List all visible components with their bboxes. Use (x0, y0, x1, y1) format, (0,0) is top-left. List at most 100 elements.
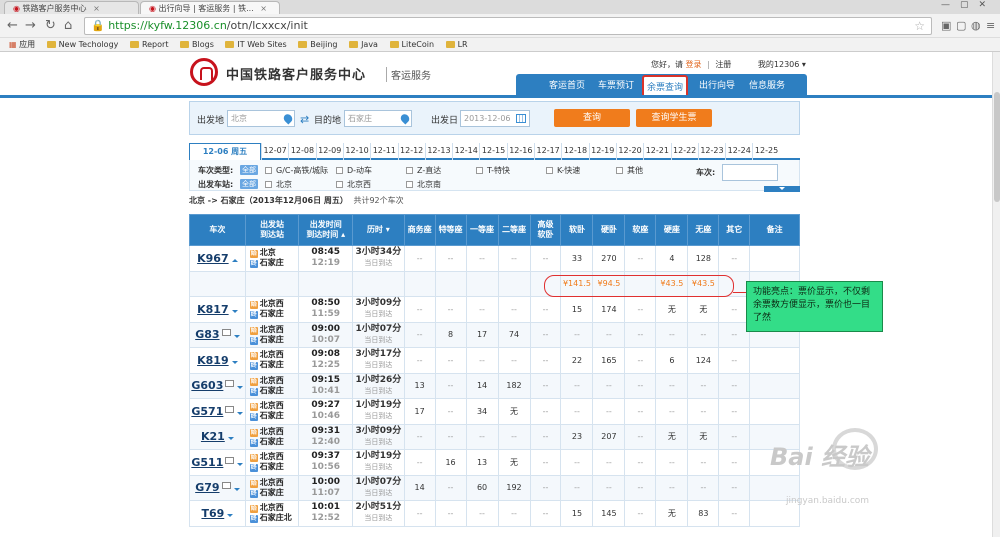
date-tab[interactable]: 12-24 (725, 143, 752, 160)
train-no-input[interactable] (722, 164, 778, 181)
date-tab[interactable]: 12-08 (288, 143, 315, 160)
extension-icon[interactable]: ▢ (956, 19, 966, 32)
expand-arrow-icon[interactable] (233, 335, 240, 341)
seat-count-cell[interactable]: 无 (655, 296, 689, 323)
collapse-filter-button[interactable] (764, 186, 800, 192)
filter-type-t[interactable]: T-特快 (476, 165, 510, 176)
swap-stations-icon[interactable]: ⇄ (300, 113, 309, 126)
date-tab[interactable]: 12-22 (670, 143, 698, 160)
seat-count-cell[interactable]: 74 (497, 321, 531, 348)
login-link[interactable]: 登录 (686, 60, 702, 69)
expand-arrow-icon[interactable] (233, 488, 240, 494)
seat-count-cell[interactable]: 34 (465, 398, 499, 425)
seat-count-cell[interactable]: 17 (403, 398, 436, 425)
train-number-link[interactable]: G79 (195, 481, 219, 494)
seat-count-cell[interactable]: 60 (465, 474, 499, 501)
date-tab[interactable]: 12-16 (506, 143, 534, 160)
nav-home[interactable]: 客运首页 (549, 78, 585, 91)
train-type-all-button[interactable]: 全部 (240, 165, 258, 175)
train-number-link[interactable]: G83 (195, 328, 219, 341)
seat-count-cell[interactable]: 15 (560, 296, 594, 323)
bookmark-folder[interactable]: Beijing (298, 38, 338, 51)
date-tab[interactable]: 12-13 (424, 143, 452, 160)
date-tab[interactable]: 12-06 周五 (189, 143, 261, 160)
my-account-link[interactable]: 我的12306 (758, 60, 799, 69)
expand-arrow-icon[interactable] (237, 386, 244, 392)
query-button[interactable]: 查询 (554, 109, 630, 127)
seat-count-cell[interactable]: 22 (560, 347, 594, 374)
filter-station-beijingxi[interactable]: 北京西 (336, 179, 371, 190)
date-tab[interactable]: 12-19 (588, 143, 616, 160)
seat-count-cell[interactable]: 无 (687, 296, 720, 323)
seat-count-cell[interactable]: 4 (655, 245, 689, 272)
seat-count-cell[interactable]: 124 (687, 347, 720, 374)
seat-count-cell[interactable]: 23 (560, 423, 594, 450)
bookmark-folder[interactable]: Report (129, 38, 168, 51)
home-icon[interactable]: ⌂ (64, 18, 72, 33)
expand-arrow-icon[interactable] (231, 256, 238, 262)
register-link[interactable]: 注册 (715, 60, 731, 69)
back-icon[interactable]: ← (7, 18, 18, 33)
date-tab[interactable]: 12-07 (261, 143, 288, 160)
seat-count-cell[interactable]: 15 (560, 500, 594, 527)
date-tab[interactable]: 12-10 (342, 143, 370, 160)
train-number-link[interactable]: K967 (197, 252, 229, 265)
bookmark-folder[interactable]: LR (445, 38, 468, 51)
seat-count-cell[interactable]: 14 (403, 474, 436, 501)
student-query-button[interactable]: 查询学生票 (636, 109, 712, 127)
seat-count-cell[interactable]: 8 (434, 321, 467, 348)
tab-close-icon[interactable]: × (260, 4, 267, 13)
site-name[interactable]: 中国铁路客户服务中心 (226, 64, 366, 83)
expand-arrow-icon[interactable] (231, 360, 238, 367)
seat-count-cell[interactable]: 无 (497, 398, 531, 425)
column-header[interactable]: 出发时间 到达时间 ▴ (298, 214, 354, 246)
bookmark-folder[interactable]: Blogs (180, 38, 214, 51)
date-tab[interactable]: 12-18 (561, 143, 588, 160)
date-input[interactable]: 2013-12-06 (460, 110, 530, 127)
bookmark-folder[interactable]: New Techology (46, 38, 118, 51)
seat-count-cell[interactable]: 无 (497, 449, 531, 476)
date-tab[interactable]: 12-12 (397, 143, 425, 160)
seat-count-cell[interactable]: 128 (687, 245, 720, 272)
date-tab[interactable]: 12-21 (643, 143, 670, 160)
reload-icon[interactable]: ↻ (45, 18, 56, 33)
seat-count-cell[interactable]: 83 (687, 500, 720, 527)
filter-type-k[interactable]: K-快速 (546, 165, 580, 176)
seat-count-cell[interactable]: 无 (687, 423, 720, 450)
train-number-link[interactable]: K21 (201, 430, 225, 443)
browser-tab-active[interactable]: ◉ 出行向导 | 客运服务 | 铁... × (140, 1, 280, 14)
seat-count-cell[interactable]: 无 (655, 423, 689, 450)
menu-icon[interactable]: ≡ (986, 19, 995, 32)
railway-logo-icon[interactable] (190, 58, 218, 86)
expand-arrow-icon[interactable] (237, 462, 244, 469)
bookmark-folder[interactable]: IT Web Sites (225, 38, 287, 51)
page-scrollbar[interactable] (992, 52, 1000, 537)
seat-count-cell[interactable]: 145 (592, 500, 626, 527)
seat-count-cell[interactable]: 174 (592, 296, 626, 323)
browser-tab[interactable]: ◉ 铁路客户服务中心 × (4, 1, 139, 14)
train-number-link[interactable]: G511 (191, 456, 223, 469)
filter-type-other[interactable]: 其他 (616, 165, 643, 176)
date-tab[interactable]: 12-14 (452, 143, 479, 160)
train-number-link[interactable]: G603 (191, 379, 223, 392)
forward-icon[interactable]: → (25, 18, 36, 33)
seat-count-cell[interactable]: 6 (655, 347, 689, 374)
bookmark-apps[interactable]: ▦ 应用 (9, 38, 35, 51)
window-controls[interactable]: —▢✕ (941, 0, 996, 10)
seat-count-cell[interactable]: 17 (465, 321, 499, 348)
date-tab[interactable]: 12-09 (315, 143, 343, 160)
filter-station-beijing[interactable]: 北京 (265, 179, 292, 190)
extension-icon[interactable]: ▣ (941, 19, 951, 32)
seat-count-cell[interactable]: 14 (465, 372, 499, 399)
expand-arrow-icon[interactable] (237, 411, 244, 418)
expand-arrow-icon[interactable] (227, 437, 234, 443)
train-number-link[interactable]: K819 (197, 354, 229, 367)
tab-close-icon[interactable]: × (93, 4, 100, 13)
bookmark-folder[interactable]: LiteCoin (389, 38, 434, 51)
expand-arrow-icon[interactable] (227, 513, 234, 520)
seat-count-cell[interactable]: 无 (655, 500, 689, 527)
seat-count-cell[interactable]: 270 (592, 245, 626, 272)
seat-count-cell[interactable]: 182 (497, 372, 531, 399)
url-input[interactable]: 🔒 https://kyfw.12306.cn/otn/lcxxcx/init … (84, 17, 932, 35)
train-number-link[interactable]: T69 (201, 507, 224, 520)
